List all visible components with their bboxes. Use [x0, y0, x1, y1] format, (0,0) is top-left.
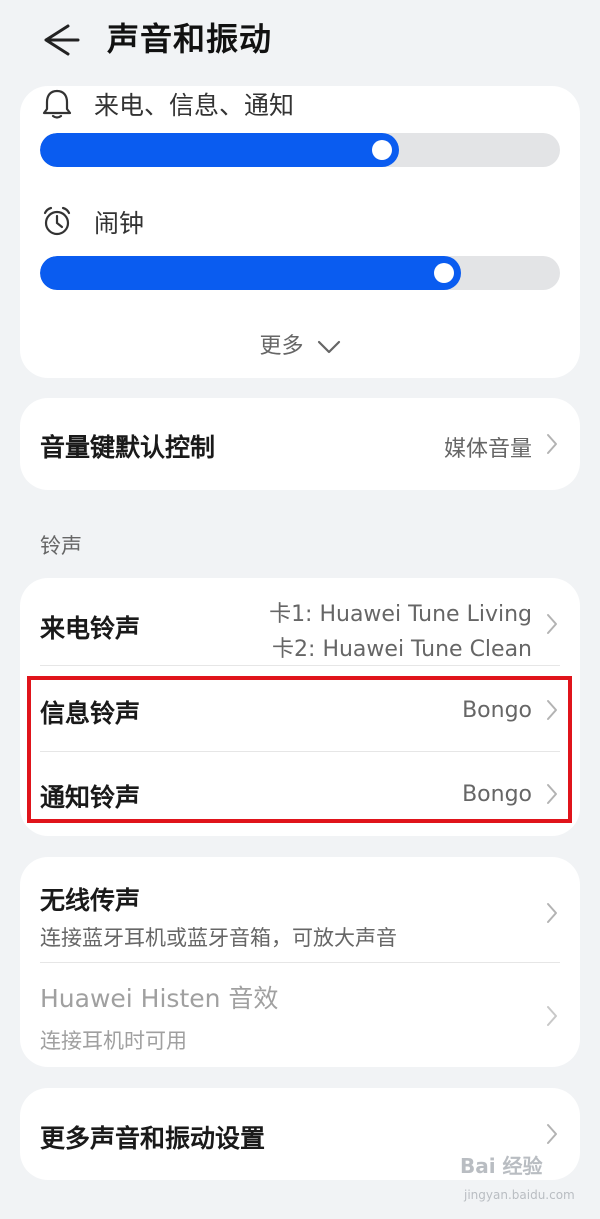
watermark-text: Bai 经验 [460, 1154, 543, 1178]
volume-key-card[interactable]: 音量键默认控制 媒体音量 [20, 398, 580, 490]
chevron-right-icon [547, 903, 557, 923]
highlight-box [27, 676, 572, 823]
incoming-ringtone-value-1: 卡1: Huawei Tune Living [269, 602, 532, 627]
ringtone-volume-label: 来电、信息、通知 [94, 91, 295, 120]
incoming-ringtone-row[interactable]: 来电铃声 卡1: Huawei Tune Living 卡2: Huawei T… [20, 578, 580, 666]
watermark-sub: jingyan.baidu.com [464, 1188, 575, 1202]
incoming-ringtone-value-2: 卡2: Huawei Tune Clean [272, 637, 532, 662]
chevron-right-icon [547, 614, 557, 634]
wireless-audio-row[interactable]: 无线传声 连接蓝牙耳机或蓝牙音箱，可放大声音 [20, 857, 580, 962]
back-arrow-icon[interactable] [38, 20, 82, 60]
volume-key-row[interactable]: 音量键默认控制 媒体音量 [20, 398, 580, 490]
app-header: 声音和振动 [0, 0, 600, 80]
more-label: 更多 [259, 334, 304, 359]
ringtone-volume-fill [40, 133, 399, 167]
histen-desc: 连接耳机时可用 [40, 1029, 187, 1053]
chevron-right-icon [547, 434, 557, 454]
wireless-audio-label: 无线传声 [40, 886, 141, 915]
incoming-ringtone-label: 来电铃声 [40, 614, 141, 643]
volume-key-value: 媒体音量 [443, 437, 532, 462]
wireless-card: 无线传声 连接蓝牙耳机或蓝牙音箱，可放大声音 Huawei Histen 音效 … [20, 857, 580, 1067]
alarm-volume-label: 闹钟 [94, 209, 145, 238]
more-settings-label: 更多声音和振动设置 [40, 1124, 266, 1153]
alarm-clock-icon [43, 206, 71, 236]
chevron-right-icon [547, 1006, 557, 1026]
page-title: 声音和振动 [107, 20, 273, 58]
alarm-volume-fill [40, 256, 461, 290]
volume-card: 来电、信息、通知 闹钟 更多 [20, 86, 580, 378]
ringtone-volume-knob[interactable] [372, 140, 392, 160]
wireless-audio-desc: 连接蓝牙耳机或蓝牙音箱，可放大声音 [40, 926, 397, 950]
ringtone-volume-row: 来电、信息、通知 [40, 86, 294, 122]
ringtone-section-label: 铃声 [40, 534, 82, 558]
chevron-down-icon [317, 340, 340, 354]
alarm-volume-slider[interactable] [40, 256, 560, 290]
ringtone-volume-slider[interactable] [40, 133, 560, 167]
bell-icon [42, 89, 72, 119]
volume-key-label: 音量键默认控制 [40, 433, 216, 462]
histen-row: Huawei Histen 音效 连接耳机时可用 [20, 963, 580, 1067]
alarm-volume-knob[interactable] [434, 263, 454, 283]
histen-label: Huawei Histen 音效 [40, 984, 279, 1013]
alarm-volume-row: 闹钟 [40, 204, 144, 240]
watermark-logo: Bai 经验 jingyan.baidu.com [460, 1150, 580, 1210]
more-volume-toggle[interactable]: 更多 [20, 328, 580, 360]
chevron-right-icon [547, 1124, 557, 1144]
